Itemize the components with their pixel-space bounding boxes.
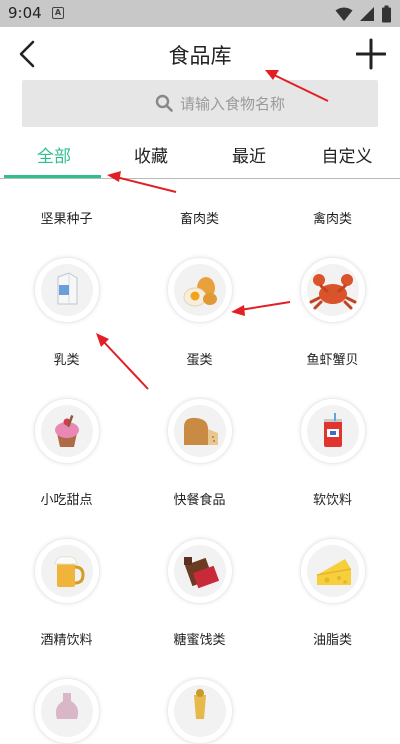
status-time: 9:04: [8, 4, 42, 22]
category-label-alcohol[interactable]: 酒精饮料: [0, 629, 133, 648]
soda-can-icon[interactable]: [300, 398, 366, 464]
tab-bar: 全部 收藏 最近 自定义: [0, 134, 400, 179]
tab-all[interactable]: 全部: [4, 142, 104, 167]
beer-icon[interactable]: [34, 538, 100, 604]
search-placeholder: 请输入食物名称: [180, 95, 286, 113]
eggs-icon[interactable]: [167, 257, 233, 323]
tab-indicator: [4, 175, 101, 178]
tab-recent[interactable]: 最近: [199, 142, 299, 167]
category-nuts-seeds[interactable]: 坚果种子: [0, 208, 133, 227]
status-icons: [335, 5, 392, 23]
category-label-soft-drinks[interactable]: 软饮料: [266, 489, 399, 508]
search-input[interactable]: 请输入食物名称: [22, 80, 378, 127]
category-label-eggs[interactable]: 蛋类: [133, 349, 266, 368]
sim-card-icon: A: [52, 7, 64, 19]
cupcake-icon[interactable]: [34, 398, 100, 464]
cheese-icon[interactable]: [300, 538, 366, 604]
crab-icon[interactable]: [300, 257, 366, 323]
battery-icon: [382, 5, 391, 23]
category-label-candied-fruit[interactable]: 糖蜜饯类: [133, 629, 266, 648]
category-label-fast-food[interactable]: 快餐食品: [133, 489, 266, 508]
tab-favorites[interactable]: 收藏: [101, 142, 201, 167]
partial-category-icon[interactable]: [167, 678, 233, 744]
category-label-snacks[interactable]: 小吃甜点: [0, 489, 133, 508]
partial-category-icon[interactable]: [34, 678, 100, 744]
category-label-seafood[interactable]: 鱼虾蟹贝: [266, 349, 399, 368]
category-livestock-meat[interactable]: 畜肉类: [133, 208, 266, 227]
header: 食品库: [0, 27, 400, 81]
tab-custom[interactable]: 自定义: [297, 142, 397, 167]
search-icon: [155, 94, 173, 112]
chocolate-icon[interactable]: [167, 538, 233, 604]
milk-icon[interactable]: [34, 257, 100, 323]
add-icon[interactable]: [356, 37, 386, 71]
category-label-fats-oils[interactable]: 油脂类: [266, 629, 399, 648]
bread-icon[interactable]: [167, 398, 233, 464]
status-bar: 9:04 A: [0, 0, 400, 27]
wifi-icon: [335, 7, 353, 21]
category-poultry[interactable]: 禽肉类: [266, 208, 399, 227]
signal-icon: [360, 7, 374, 21]
category-label-dairy[interactable]: 乳类: [0, 349, 133, 368]
page-title: 食品库: [168, 44, 232, 68]
